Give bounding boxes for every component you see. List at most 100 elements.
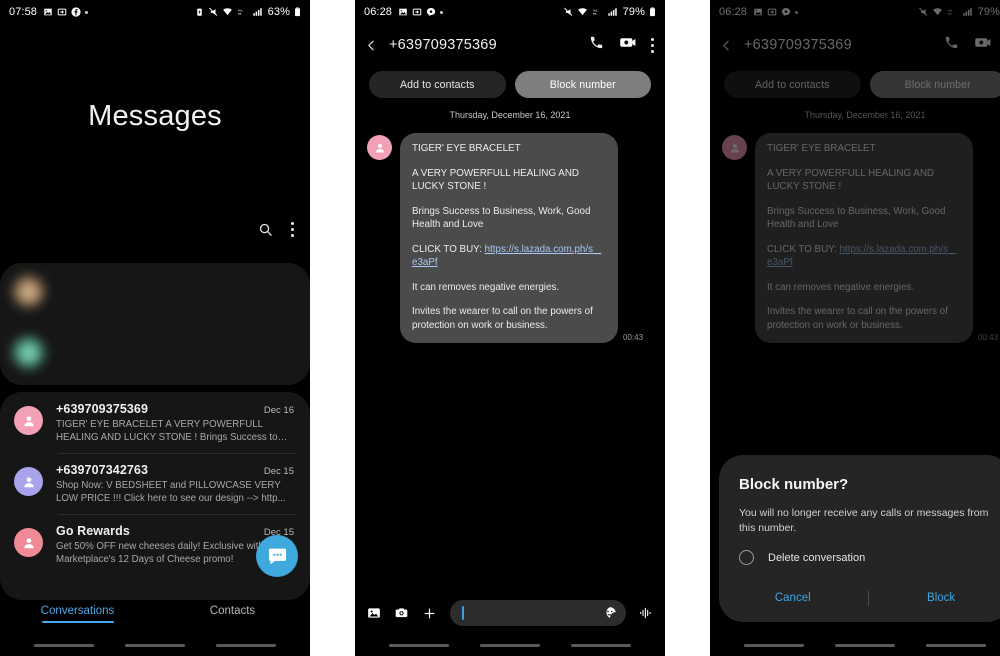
message-composer <box>355 596 665 630</box>
message-row: TIGER' EYE BRACELET A VERY POWERFULL HEA… <box>367 133 653 343</box>
list-item-name: Go Rewards <box>56 524 130 538</box>
chat-icon <box>426 7 436 17</box>
message-line-3: Brings Success to Business, Work, Good H… <box>412 205 591 231</box>
status-time: 06:28 <box>364 6 393 18</box>
forward-icon <box>412 7 422 17</box>
svg-text:TE: TE <box>237 12 242 16</box>
list-item[interactable] <box>0 263 310 324</box>
avatar <box>14 277 43 306</box>
tab-contacts[interactable]: Contacts <box>155 605 310 623</box>
checkbox-icon[interactable] <box>739 550 754 565</box>
avatar <box>14 528 43 557</box>
block-number-dialog: Block number? You will no longer receive… <box>719 455 1000 622</box>
list-item-name: +639707342763 <box>56 463 149 477</box>
add-icon[interactable] <box>422 606 437 621</box>
nav-home-bar[interactable] <box>124 644 185 647</box>
message-line-4: CLICK TO BUY: https://s.lazada.com.ph/s … <box>412 243 606 270</box>
avatar <box>14 406 43 435</box>
delete-conversation-checkbox-row[interactable]: Delete conversation <box>739 550 991 565</box>
gesture-nav-bar <box>710 644 1000 647</box>
gallery-icon <box>43 7 53 17</box>
battery-percent: 63% <box>267 6 290 18</box>
message-input[interactable] <box>450 600 626 626</box>
search-icon[interactable] <box>258 222 273 237</box>
image-icon[interactable] <box>367 606 381 620</box>
wifi-icon <box>577 7 588 17</box>
message-line-6: Invites the wearer to call on the powers… <box>412 306 593 331</box>
phone-conversation-list: 07:58 VoL TE 63% Messages +639709375369 … <box>0 0 310 656</box>
tab-conversations[interactable]: Conversations <box>0 605 155 623</box>
dialog-title: Block number? <box>739 476 849 493</box>
nav-back-bar[interactable] <box>216 644 277 647</box>
svg-text:TE: TE <box>592 12 597 16</box>
list-item-name <box>56 273 280 287</box>
more-options-icon[interactable] <box>291 222 294 237</box>
chat-bubble-icon <box>268 548 286 564</box>
list-item-date <box>286 337 294 348</box>
avatar <box>367 135 392 160</box>
nav-recents-bar[interactable] <box>33 644 94 647</box>
list-item-name <box>56 334 280 348</box>
add-to-contacts-button[interactable]: Add to contacts <box>369 71 506 98</box>
gesture-nav-bar <box>355 644 665 647</box>
message-line-1: TIGER' EYE BRACELET <box>412 143 521 154</box>
nav-back-bar[interactable] <box>571 644 632 647</box>
thread-header: +639709375369 <box>355 24 665 66</box>
block-button[interactable]: Block <box>913 586 969 610</box>
new-conversation-fab[interactable] <box>256 535 298 577</box>
facebook-icon <box>71 7 81 17</box>
nav-home-bar[interactable] <box>479 644 540 647</box>
forward-icon <box>57 7 67 17</box>
status-time: 07:58 <box>9 6 38 18</box>
list-item-snippet <box>56 350 294 376</box>
dot-icon <box>85 10 89 14</box>
list-item-snippet <box>56 289 294 302</box>
list-item[interactable]: +639707342763 Dec 15 Shop Now: V BEDSHEE… <box>0 453 310 514</box>
dialog-body: You will no longer receive any calls or … <box>739 507 989 534</box>
nav-recents-bar[interactable] <box>743 644 804 647</box>
block-number-button[interactable]: Block number <box>514 71 651 98</box>
nav-back-bar[interactable] <box>926 644 987 647</box>
voice-waveform-icon[interactable] <box>639 606 653 620</box>
list-item-date <box>286 276 294 287</box>
volte-icon: VoLTE <box>237 7 248 17</box>
sticker-icon[interactable] <box>603 606 617 620</box>
date-separator: Thursday, December 16, 2021 <box>449 110 571 120</box>
status-bar: 07:58 VoL TE 63% <box>0 0 310 24</box>
phone-call-icon[interactable] <box>589 35 604 55</box>
volte-icon: VoLTE <box>592 7 603 17</box>
phone-block-dialog: 06:28 VoLTE 79% +639709375369 <box>710 0 1000 656</box>
quick-action-buttons: Add to contacts Block number <box>355 71 665 98</box>
click-to-buy-label: CLICK TO BUY: <box>412 243 485 255</box>
signal-icon <box>607 7 618 17</box>
more-options-icon[interactable] <box>651 37 654 53</box>
message-timestamp: 00:43 <box>623 333 644 342</box>
message-bubble[interactable]: TIGER' EYE BRACELET A VERY POWERFULL HEA… <box>400 133 618 343</box>
wifi-icon <box>222 7 233 17</box>
thread-title: +639709375369 <box>389 37 497 53</box>
delete-conversation-label: Delete conversation <box>768 551 866 564</box>
list-item[interactable]: +639709375369 Dec 16 TIGER' EYE BRACELET… <box>0 392 310 453</box>
list-item[interactable] <box>0 324 310 385</box>
page-title: Messages <box>88 100 222 132</box>
mute-icon <box>208 7 218 17</box>
battery-icon <box>649 7 656 17</box>
camera-icon[interactable] <box>394 606 409 620</box>
mute-icon <box>563 7 573 17</box>
gesture-nav-bar <box>0 644 310 647</box>
nav-home-bar[interactable] <box>834 644 895 647</box>
nav-recents-bar[interactable] <box>388 644 449 647</box>
message-line-5: It can removes negative energies. <box>412 281 560 293</box>
dialog-actions: Cancel Block <box>739 586 991 610</box>
back-arrow-icon[interactable] <box>363 35 384 56</box>
bottom-tab-bar: Conversations Contacts <box>0 605 310 623</box>
list-item-snippet: Shop Now: V BEDSHEET and PILLOWCASE VERY… <box>56 480 286 504</box>
list-item-date: Dec 15 <box>263 466 294 477</box>
video-call-icon[interactable] <box>619 35 636 55</box>
list-item-date: Dec 16 <box>263 405 294 416</box>
cancel-button[interactable]: Cancel <box>761 586 825 610</box>
list-item-name: +639709375369 <box>56 402 149 416</box>
dot-icon <box>440 10 444 14</box>
signal-icon <box>252 7 263 17</box>
battery-icon <box>294 7 301 17</box>
